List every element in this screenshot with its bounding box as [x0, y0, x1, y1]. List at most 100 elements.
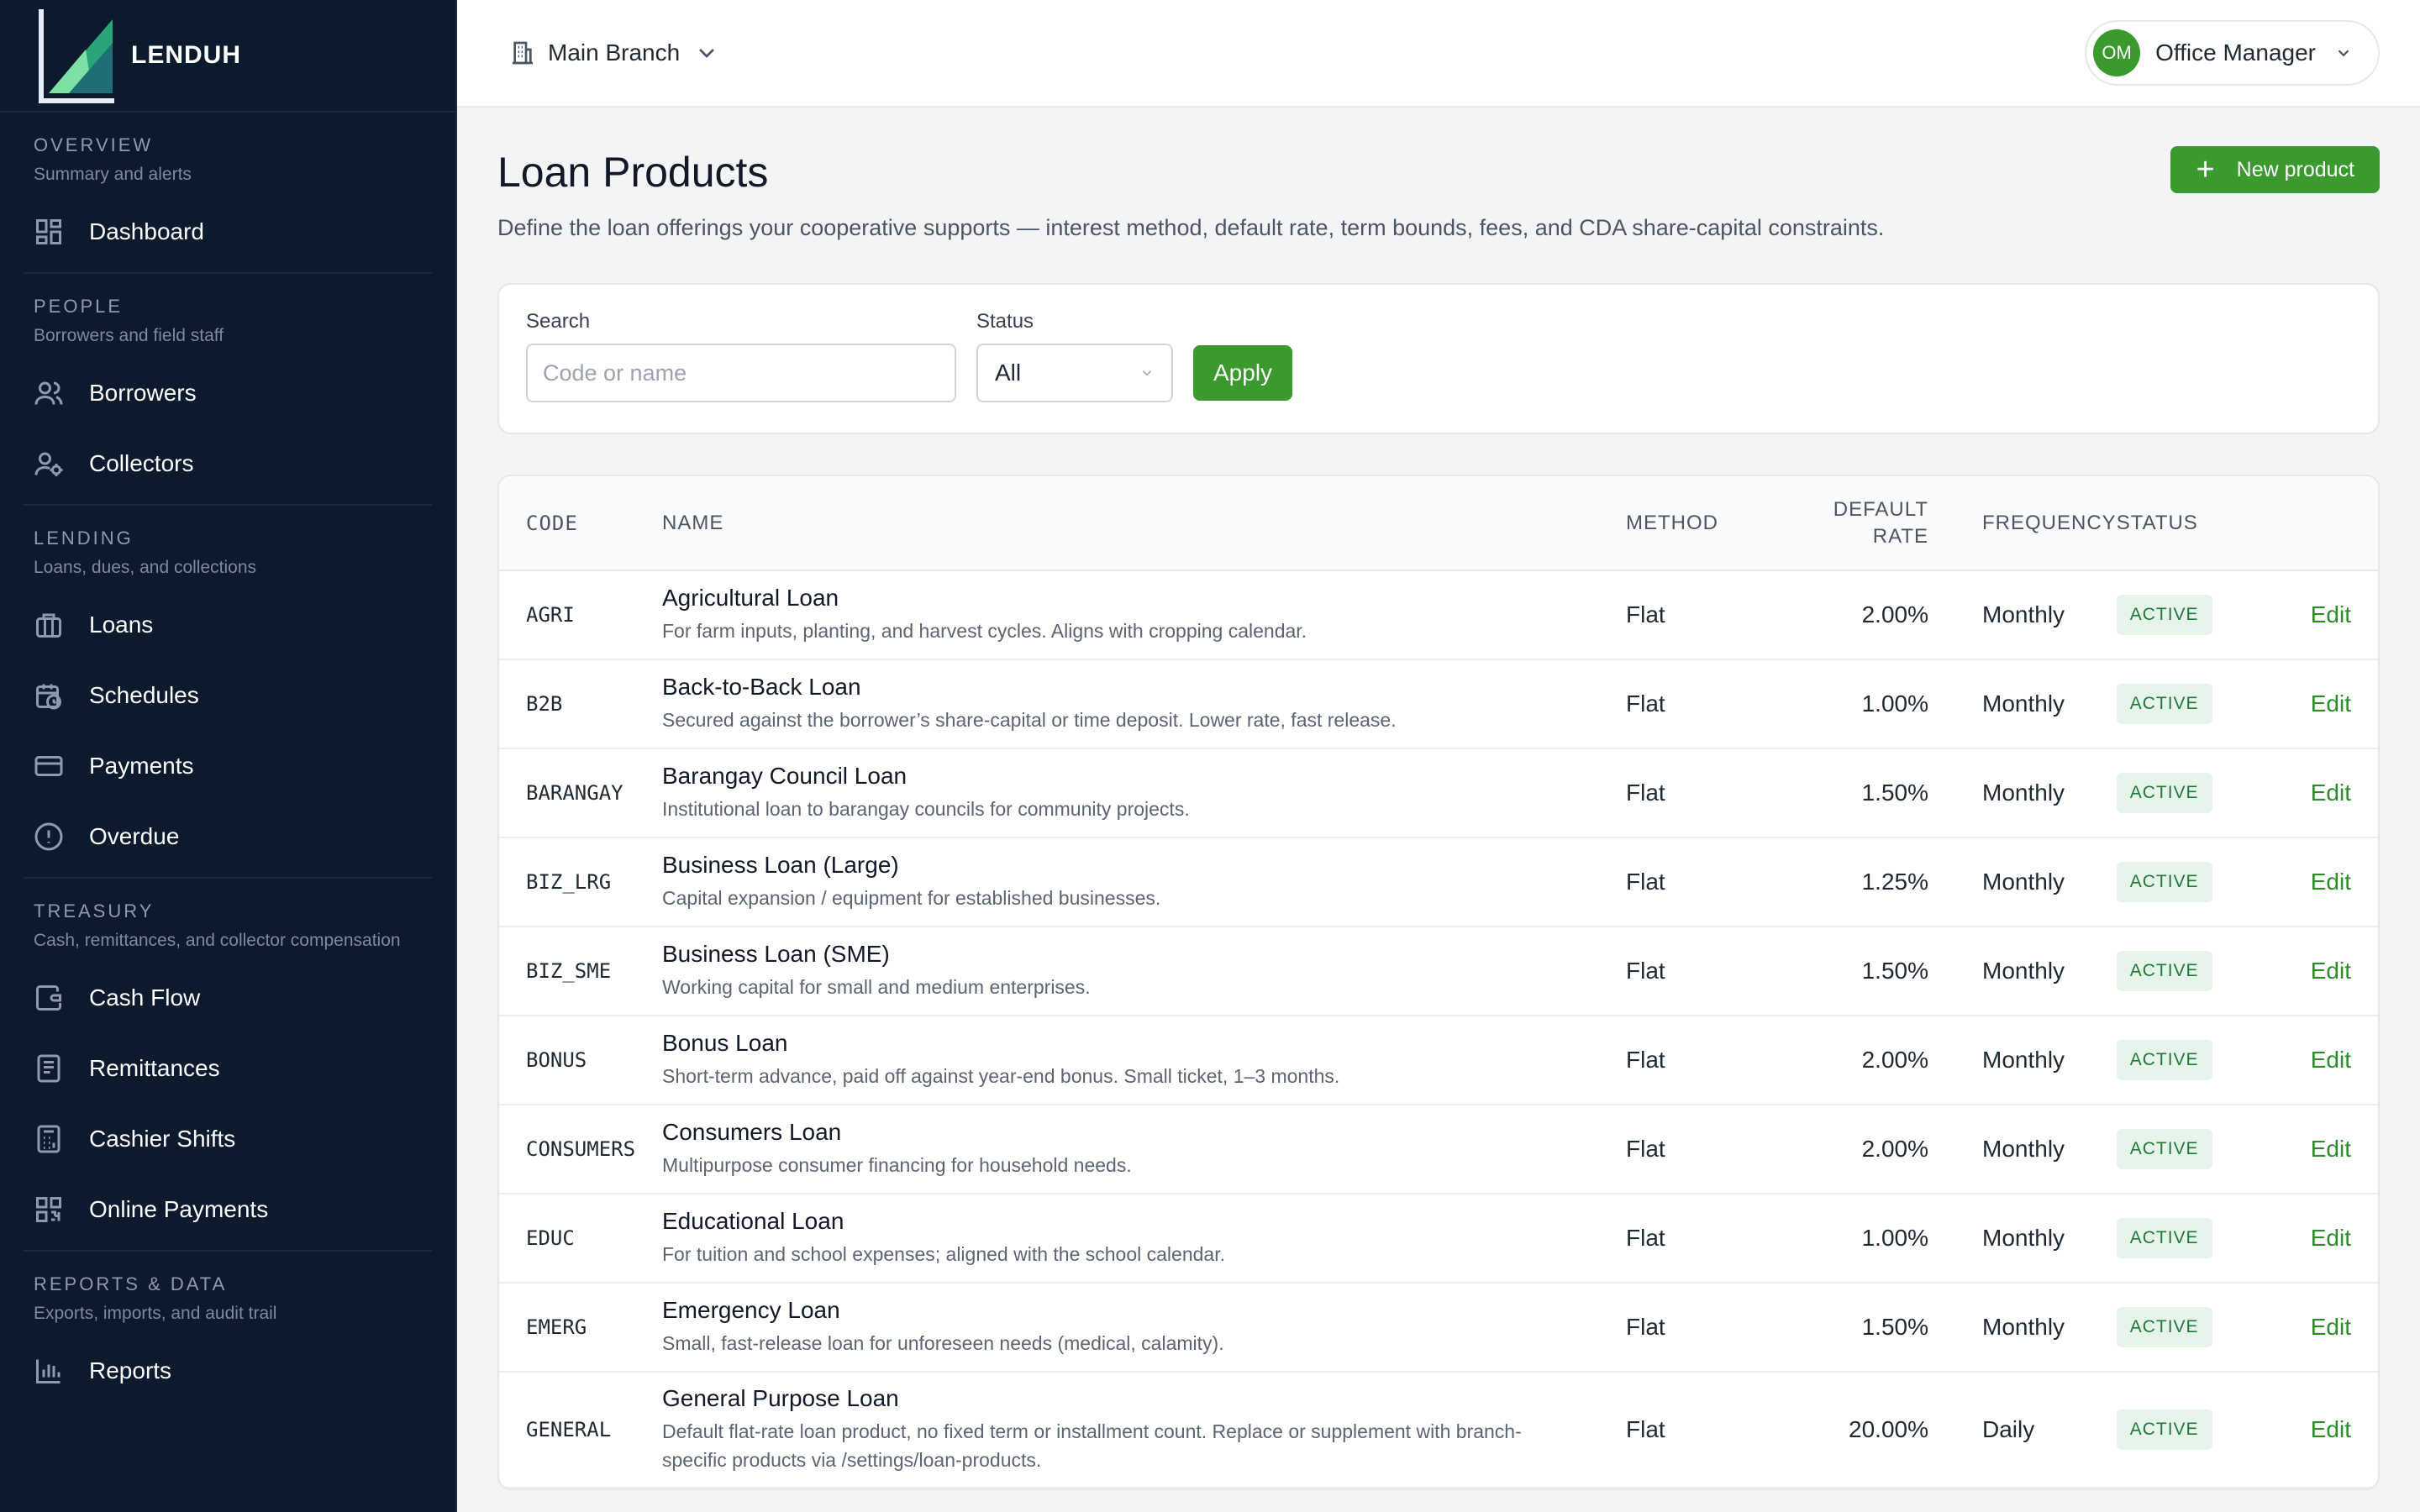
- nav-section-subtitle: Loans, dues, and collections: [34, 558, 257, 577]
- sidebar-item-schedules[interactable]: Schedules: [34, 660, 422, 731]
- sidebar-item-loans[interactable]: Loans: [34, 590, 422, 660]
- col-frequency[interactable]: FREQUENCY: [1928, 476, 2117, 571]
- nav-section-title: OVERVIEW: [34, 134, 154, 155]
- search-input[interactable]: [526, 344, 956, 402]
- edit-link[interactable]: Edit: [2311, 1047, 2351, 1073]
- product-description: Capital expansion / equipment for establ…: [662, 887, 1161, 909]
- table-row[interactable]: CONSUMERS Consumers Loan Multipurpose co…: [499, 1105, 2378, 1194]
- table-row[interactable]: B2B Back-to-Back Loan Secured against th…: [499, 659, 2378, 749]
- sidebar-item-borrowers[interactable]: Borrowers: [34, 358, 422, 428]
- edit-link[interactable]: Edit: [2311, 1314, 2351, 1340]
- cell-actions: Edit: [2265, 659, 2378, 749]
- cell-name: Business Loan (SME) Working capital for …: [662, 927, 1626, 1016]
- cell-actions: Edit: [2265, 927, 2378, 1016]
- edit-link[interactable]: Edit: [2311, 869, 2351, 895]
- product-name: Agricultural Loan: [662, 585, 839, 611]
- product-name: Barangay Council Loan: [662, 763, 908, 789]
- product-description: For tuition and school expenses; aligned…: [662, 1243, 1225, 1265]
- col-default-rate[interactable]: DEFAULT RATE: [1769, 476, 1928, 571]
- table-row[interactable]: EDUC Educational Loan For tuition and sc…: [499, 1194, 2378, 1284]
- product-name: Bonus Loan: [662, 1030, 788, 1056]
- product-description: Small, fast-release loan for unforeseen …: [662, 1332, 1224, 1354]
- cell-frequency: Monthly: [1928, 837, 2117, 927]
- sidebar-item-overdue[interactable]: Overdue: [34, 801, 422, 872]
- cell-method: Flat: [1626, 1283, 1769, 1373]
- product-description: Multipurpose consumer financing for hous…: [662, 1154, 1132, 1176]
- sidebar-item-collectors[interactable]: Collectors: [34, 428, 422, 499]
- cell-name: General Purpose Loan Default flat-rate l…: [662, 1372, 1626, 1488]
- edit-link[interactable]: Edit: [2311, 601, 2351, 627]
- cell-code: EMERG: [499, 1283, 662, 1373]
- edit-link[interactable]: Edit: [2311, 1225, 2351, 1251]
- cell-method: Flat: [1626, 659, 1769, 749]
- apply-button[interactable]: Apply: [1193, 345, 1293, 401]
- sidebar-item-label: Remittances: [89, 1055, 220, 1081]
- status-badge: ACTIVE: [2116, 1129, 2212, 1169]
- status-select[interactable]: All: [976, 344, 1173, 402]
- bar-chart-icon: [34, 1356, 64, 1386]
- sidebar-item-cashier-shifts[interactable]: Cashier Shifts: [34, 1104, 422, 1174]
- main-content: Loan Products Define the loan offerings …: [497, 108, 2380, 1490]
- cell-default-rate: 1.50%: [1769, 927, 1928, 1016]
- status-badge: ACTIVE: [2116, 773, 2212, 813]
- cell-default-rate: 1.50%: [1769, 1283, 1928, 1373]
- cell-method: Flat: [1626, 1372, 1769, 1488]
- cell-status: ACTIVE: [2116, 659, 2266, 749]
- cell-code: BONUS: [499, 1016, 662, 1105]
- cell-status: ACTIVE: [2116, 1016, 2266, 1105]
- lenduh-logo-icon: [34, 6, 114, 105]
- new-product-button[interactable]: + New product: [2170, 146, 2380, 193]
- sidebar-item-label: Reports: [89, 1357, 172, 1383]
- col-code[interactable]: CODE: [499, 476, 662, 571]
- cell-status: ACTIVE: [2116, 1105, 2266, 1194]
- table-row[interactable]: BARANGAY Barangay Council Loan Instituti…: [499, 748, 2378, 838]
- col-default-rate-line2: RATE: [1872, 524, 1928, 548]
- table-row[interactable]: BIZ_SME Business Loan (SME) Working capi…: [499, 927, 2378, 1016]
- sidebar-item-online-payments[interactable]: Online Payments: [34, 1174, 422, 1245]
- brand[interactable]: LENDUH: [0, 0, 455, 113]
- status-badge: ACTIVE: [2116, 1307, 2212, 1347]
- table-row[interactable]: AGRI Agricultural Loan For farm inputs, …: [499, 570, 2378, 660]
- col-actions: [2265, 476, 2378, 571]
- table-row[interactable]: BONUS Bonus Loan Short-term advance, pai…: [499, 1016, 2378, 1105]
- col-status[interactable]: STATUS: [2116, 476, 2266, 571]
- col-method[interactable]: METHOD: [1626, 476, 1769, 571]
- branch-selector[interactable]: Main Branch: [509, 39, 732, 66]
- edit-link[interactable]: Edit: [2311, 1416, 2351, 1442]
- page-title: Loan Products: [497, 149, 769, 196]
- sidebar-item-payments[interactable]: Payments: [34, 731, 422, 801]
- col-name[interactable]: NAME: [662, 476, 1626, 571]
- avatar: OM: [2093, 29, 2141, 76]
- cell-status: ACTIVE: [2116, 837, 2266, 927]
- edit-link[interactable]: Edit: [2311, 690, 2351, 717]
- page-subtitle: Define the loan offerings your cooperati…: [497, 215, 1885, 240]
- product-name: General Purpose Loan: [662, 1385, 899, 1411]
- user-menu[interactable]: OM Office Manager: [2085, 20, 2380, 86]
- table-row[interactable]: GENERAL General Purpose Loan Default fla…: [499, 1372, 2378, 1488]
- status-badge: ACTIVE: [2116, 595, 2212, 635]
- edit-link[interactable]: Edit: [2311, 780, 2351, 806]
- sidebar-item-dashboard[interactable]: Dashboard: [34, 197, 422, 267]
- product-name: Business Loan (SME): [662, 941, 890, 967]
- cell-frequency: Monthly: [1928, 748, 2117, 838]
- table-row[interactable]: BIZ_LRG Business Loan (Large) Capital ex…: [499, 837, 2378, 927]
- sidebar-item-cash-flow[interactable]: Cash Flow: [34, 963, 422, 1033]
- wallet-icon: [34, 983, 64, 1013]
- cell-default-rate: 1.25%: [1769, 837, 1928, 927]
- table-row[interactable]: EMERG Emergency Loan Small, fast-release…: [499, 1283, 2378, 1373]
- nav-section-subtitle: Summary and alerts: [34, 165, 192, 184]
- cell-code: B2B: [499, 659, 662, 749]
- cell-frequency: Monthly: [1928, 1016, 2117, 1105]
- sidebar-item-reports[interactable]: Reports: [34, 1336, 422, 1406]
- cell-method: Flat: [1626, 927, 1769, 1016]
- cell-code: CONSUMERS: [499, 1105, 662, 1194]
- edit-link[interactable]: Edit: [2311, 958, 2351, 984]
- sidebar-item-label: Dashboard: [89, 218, 204, 244]
- cell-name: Bonus Loan Short-term advance, paid off …: [662, 1016, 1626, 1105]
- status-badge: ACTIVE: [2116, 951, 2212, 991]
- cell-default-rate: 1.00%: [1769, 1194, 1928, 1284]
- sidebar-item-remittances[interactable]: Remittances: [34, 1033, 422, 1104]
- col-default-rate-line1: DEFAULT: [1833, 497, 1928, 521]
- cell-status: ACTIVE: [2116, 570, 2266, 660]
- edit-link[interactable]: Edit: [2311, 1136, 2351, 1162]
